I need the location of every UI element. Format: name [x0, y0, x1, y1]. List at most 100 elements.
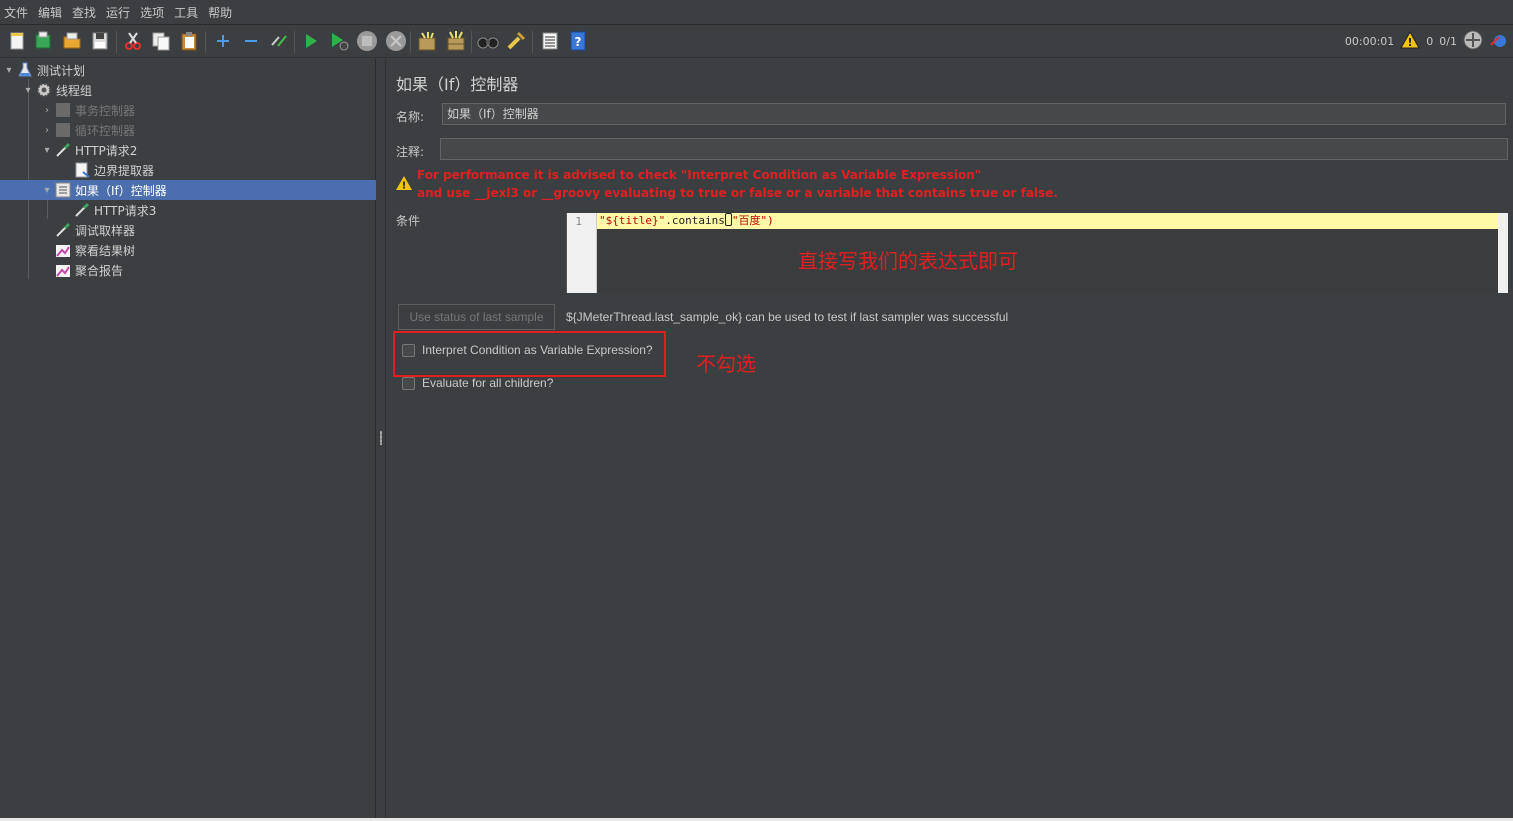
tree-item-label: 边界提取器: [94, 163, 155, 178]
tree-item-loop-controller[interactable]: › 循环控制器: [0, 120, 376, 140]
tree-item-label: 事务控制器: [75, 103, 136, 118]
controller-icon: [55, 102, 71, 118]
new-icon[interactable]: [6, 30, 28, 52]
comment-field[interactable]: [440, 138, 1508, 160]
clear-icon[interactable]: [416, 30, 438, 52]
page-title: 如果（If）控制器: [396, 75, 519, 94]
tree-item-label: 循环控制器: [75, 123, 136, 138]
evaluate-children-checkbox-row[interactable]: Evaluate for all children?: [402, 376, 553, 390]
tree-item-http-request-2[interactable]: ▾ HTTP请求2: [0, 140, 376, 160]
interpret-condition-checkbox[interactable]: [402, 343, 415, 357]
warning-icon[interactable]: !: [1400, 30, 1421, 52]
interpret-condition-checkbox-row[interactable]: Interpret Condition as Variable Expressi…: [402, 343, 653, 357]
start-icon[interactable]: [300, 30, 322, 52]
cut-icon[interactable]: [122, 30, 144, 52]
editor-scrollbar[interactable]: [1498, 213, 1508, 293]
menu-search[interactable]: 查找: [72, 4, 96, 21]
function-helper-icon[interactable]: [539, 30, 561, 52]
collapse-icon[interactable]: [240, 30, 262, 52]
chevron-down-icon[interactable]: ▾: [41, 144, 53, 156]
tree-item-transaction-controller[interactable]: › 事务控制器: [0, 100, 376, 120]
name-label: 名称:: [396, 110, 425, 124]
help-icon[interactable]: ?: [567, 30, 589, 52]
tree-item-debug-sampler[interactable]: 调试取样器: [0, 220, 376, 240]
text-cursor: [724, 213, 732, 226]
tree-item-label: 线程组: [56, 83, 93, 98]
menu-help[interactable]: 帮助: [208, 4, 232, 21]
line-number: 1: [575, 215, 582, 228]
clear-all-icon[interactable]: [445, 30, 467, 52]
expand-icon[interactable]: [212, 30, 234, 52]
shutdown-icon[interactable]: [385, 30, 407, 52]
menu-run[interactable]: 运行: [106, 4, 130, 21]
save-icon[interactable]: [89, 30, 111, 52]
name-field[interactable]: 如果（If）控制器: [442, 103, 1506, 125]
elapsed-time: 00:00:01: [1344, 34, 1395, 48]
tree-item-label: 察看结果树: [75, 243, 136, 258]
panel-splitter[interactable]: [377, 59, 386, 821]
tree-item-thread-group[interactable]: ▾ 线程组: [0, 80, 376, 100]
annotation-expression-note: 直接写我们的表达式即可: [798, 249, 1018, 273]
tree-item-http-request-3[interactable]: HTTP请求3: [0, 200, 376, 220]
start-no-pause-icon[interactable]: [328, 30, 350, 52]
chevron-down-icon[interactable]: ▾: [41, 184, 53, 196]
menubar: 文件 编辑 查找 运行 选项 工具 帮助: [0, 0, 1513, 24]
listener-icon: [55, 242, 71, 258]
pipette-icon: [55, 222, 71, 238]
stop-icon[interactable]: [356, 30, 378, 52]
tree-item-test-plan[interactable]: ▾ 测试计划: [0, 60, 376, 80]
reset-search-icon[interactable]: [505, 30, 527, 52]
menu-edit[interactable]: 编辑: [38, 4, 62, 21]
chevron-right-icon[interactable]: ›: [41, 104, 53, 116]
copy-icon[interactable]: [150, 30, 172, 52]
controller-icon: [55, 122, 71, 138]
remote-icon[interactable]: [1463, 30, 1483, 53]
condition-label: 条件: [396, 214, 421, 228]
chevron-right-icon[interactable]: ›: [41, 124, 53, 136]
menu-tools[interactable]: 工具: [174, 4, 198, 21]
menu-options[interactable]: 选项: [140, 4, 164, 21]
tree-item-aggregate-report[interactable]: 聚合报告: [0, 260, 376, 280]
pipette-icon: [74, 202, 90, 218]
annotation-uncheck-note: 不勾选: [696, 352, 756, 376]
svg-text:!: !: [1408, 36, 1413, 49]
pipette-icon: [55, 142, 71, 158]
extractor-icon: [74, 162, 90, 178]
use-status-button[interactable]: Use status of last sample: [398, 304, 555, 330]
warning-count: 0: [1426, 34, 1434, 48]
condition-editor[interactable]: 1 "${title}".contains "百度"): [566, 213, 1508, 293]
gear-icon: [36, 82, 52, 98]
chevron-down-icon[interactable]: ▾: [22, 84, 34, 96]
status-area: 00:00:01 ! 0 0/1: [1345, 24, 1513, 58]
toggle-icon[interactable]: [268, 30, 290, 52]
search-icon[interactable]: [477, 30, 499, 52]
code-string: "${title}": [599, 214, 666, 227]
thread-count: 0/1: [1439, 34, 1457, 48]
if-controller-panel: 如果（If）控制器 名称: 如果（If）控制器 注释: ! For perfor…: [387, 59, 1513, 821]
chevron-down-icon[interactable]: ▾: [3, 64, 15, 76]
log-icon[interactable]: [1489, 31, 1507, 52]
svg-text:?: ?: [575, 35, 582, 49]
code-method: .contains: [665, 214, 725, 227]
interpret-condition-label: Interpret Condition as Variable Expressi…: [422, 343, 653, 357]
tree-item-label: HTTP请求3: [94, 203, 157, 218]
flask-icon: [17, 62, 33, 78]
menu-file[interactable]: 文件: [4, 4, 28, 21]
code-argument: "百度"): [731, 214, 774, 227]
tree-item-view-results-tree[interactable]: 察看结果树: [0, 240, 376, 260]
paste-icon[interactable]: [178, 30, 200, 52]
code-line[interactable]: "${title}".contains "百度"): [597, 213, 1499, 229]
tree-item-if-controller[interactable]: ▾ 如果（If）控制器: [0, 180, 376, 200]
comment-label: 注释:: [396, 145, 425, 159]
tree-item-label: 如果（If）控制器: [75, 183, 167, 198]
controller-icon: [55, 182, 71, 198]
templates-icon[interactable]: [32, 30, 54, 52]
evaluate-children-checkbox[interactable]: [402, 376, 415, 390]
listener-icon: [55, 262, 71, 278]
tree-item-boundary-extractor[interactable]: 边界提取器: [0, 160, 376, 180]
test-plan-tree: ▾ 测试计划 ▾ 线程组 › 事务控制器 › 循环控制器 ▾ HTTP请求2 边…: [0, 59, 376, 821]
performance-warning-line1: For performance it is advised to check "…: [417, 168, 982, 182]
splitter-grip[interactable]: [380, 431, 382, 445]
svg-text:!: !: [402, 181, 407, 191]
open-icon[interactable]: [61, 30, 83, 52]
